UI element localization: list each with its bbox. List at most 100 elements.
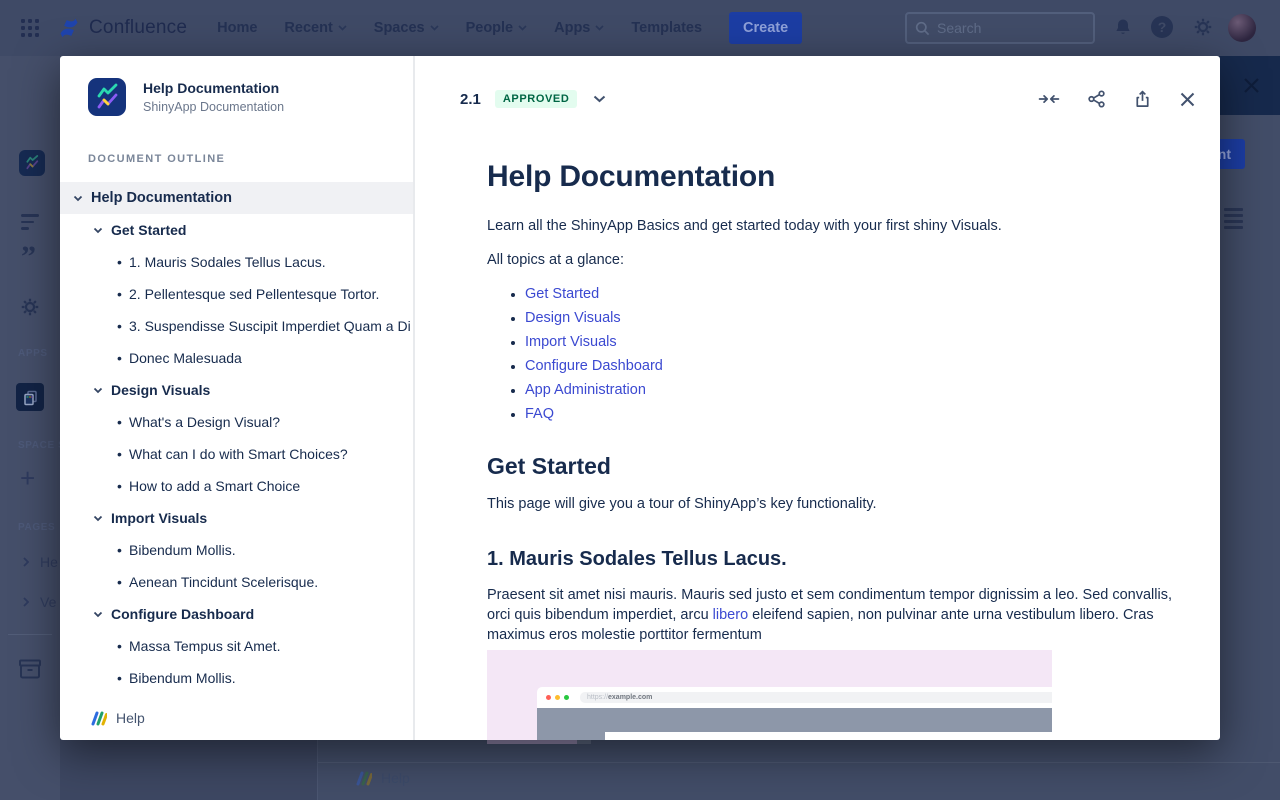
background-image-peek: [487, 740, 577, 744]
outline-item[interactable]: •2. Pellentesque sed Pellentesque Tortor…: [60, 278, 413, 310]
nav-recent[interactable]: Recent: [284, 20, 346, 36]
toc-link-import-visuals[interactable]: Import Visuals: [525, 334, 617, 350]
export-icon[interactable]: [1133, 89, 1152, 109]
nav-people[interactable]: People: [466, 20, 528, 36]
outline-item[interactable]: •1. Mauris Sodales Tellus Lacus.: [60, 246, 413, 278]
toc-item: FAQ: [525, 406, 1172, 423]
outline-item-label: 1. Mauris Sodales Tellus Lacus.: [129, 254, 326, 270]
toc-link-design-visuals[interactable]: Design Visuals: [525, 310, 621, 326]
page: Confluence Home Recent Spaces People App…: [0, 0, 1280, 800]
outline-item[interactable]: •What's a Design Visual?: [60, 406, 413, 438]
toc-link-get-started[interactable]: Get Started: [525, 286, 599, 302]
apps-section-label: APPS: [18, 348, 48, 359]
outline-item[interactable]: •Massa Tempus sit Amet.: [60, 630, 413, 662]
nav-apps[interactable]: Apps: [554, 20, 604, 36]
inline-link-libero[interactable]: libero: [713, 607, 748, 623]
outline-root-item[interactable]: Help Documentation: [60, 182, 413, 214]
outline-item[interactable]: •3. Suspendisse Suscipit Imperdiet Quam …: [60, 310, 413, 342]
status-badge: APPROVED: [495, 90, 578, 108]
nav-home[interactable]: Home: [217, 20, 257, 36]
nav-recent-label: Recent: [284, 20, 332, 36]
background-image-peek: [577, 740, 591, 744]
chevron-down-icon: [73, 195, 83, 202]
app-switcher-icon[interactable]: [18, 16, 42, 40]
toc-link-app-administration[interactable]: App Administration: [525, 382, 646, 398]
background-list-icon[interactable]: [1224, 208, 1243, 232]
bullet: •: [117, 638, 129, 654]
mock-url-bar: https://example.com: [580, 692, 1052, 703]
outline-section-label: Get Started: [111, 222, 186, 238]
outline-section-label: DOCUMENT OUTLINE: [88, 153, 413, 165]
outline-item-label: Donec Malesuada: [129, 350, 242, 366]
toc-item: Import Visuals: [525, 334, 1172, 351]
outline-section-label: Design Visuals: [111, 382, 210, 398]
archive-box-icon[interactable]: [18, 658, 42, 680]
nav-templates[interactable]: Templates: [631, 20, 702, 36]
outline-item-label: 2. Pellentesque sed Pellentesque Tortor.: [129, 286, 379, 302]
confluence-logo[interactable]: Confluence: [57, 16, 187, 40]
version-dropdown-chevron-icon[interactable]: [593, 95, 606, 103]
outline-item[interactable]: •Bibendum Mollis.: [60, 662, 413, 694]
outline-lines-icon[interactable]: [21, 214, 39, 234]
left-sidebar: ” APPS SPACE S + PAGES He Ve: [0, 56, 60, 800]
background-close-icon[interactable]: [1243, 77, 1260, 94]
shinyapp-logo-icon[interactable]: [19, 150, 45, 176]
doc-image: https://example.com: [487, 650, 1052, 740]
outline-item[interactable]: •Bibendum Mollis.: [60, 534, 413, 566]
background-help-label: Help: [381, 770, 410, 786]
outline-tree: Help Documentation Get Started •1. Mauri…: [60, 182, 413, 694]
add-icon[interactable]: +: [20, 463, 35, 494]
chevron-down-icon: [595, 25, 604, 31]
document-body: Help Documentation Learn all the ShinyAp…: [415, 160, 1220, 740]
outline-item[interactable]: •How to add a Smart Choice: [60, 470, 413, 502]
quote-icon[interactable]: ”: [21, 240, 36, 274]
glance-paragraph: All topics at a glance:: [487, 250, 1172, 270]
modal-subtitle: ShinyApp Documentation: [143, 100, 284, 114]
brand-name: Confluence: [89, 17, 187, 39]
outline-root-label: Help Documentation: [91, 190, 232, 206]
outline-item[interactable]: •Aenean Tincidunt Scelerisque.: [60, 566, 413, 598]
outline-help-footer[interactable]: Help: [90, 706, 145, 730]
nav-spaces[interactable]: Spaces: [374, 20, 439, 36]
share-icon[interactable]: [1087, 89, 1106, 109]
intro-paragraph: Learn all the ShinyApp Basics and get st…: [487, 216, 1172, 236]
outline-item[interactable]: •Donec Malesuada: [60, 342, 413, 374]
page-tree-item[interactable]: Ve: [23, 594, 56, 610]
divider: [318, 762, 1280, 763]
toc-link-configure-dashboard[interactable]: Configure Dashboard: [525, 358, 663, 374]
outline-section-get-started[interactable]: Get Started: [60, 214, 413, 246]
search-input[interactable]: [937, 20, 1067, 36]
outline-item[interactable]: •What can I do with Smart Choices?: [60, 438, 413, 470]
bullet: •: [117, 318, 129, 334]
outline-section-import-visuals[interactable]: Import Visuals: [60, 502, 413, 534]
sidebar-gear-icon[interactable]: [19, 296, 41, 318]
mock-browser-window: https://example.com: [537, 687, 1052, 740]
chevron-down-icon: [93, 227, 103, 234]
search-box[interactable]: [905, 12, 1095, 44]
chevron-down-icon: [430, 25, 439, 31]
notifications-bell-icon[interactable]: [1113, 17, 1133, 38]
settings-gear-icon[interactable]: [1192, 16, 1214, 38]
outline-section-design-visuals[interactable]: Design Visuals: [60, 374, 413, 406]
toc-item: Get Started: [525, 286, 1172, 303]
traffic-light-green: [564, 695, 569, 700]
background-help-footer[interactable]: Help: [355, 770, 410, 786]
pages-section-label: PAGES: [18, 522, 55, 533]
outline-item-label: What's a Design Visual?: [129, 414, 280, 430]
outline-section-configure-dashboard[interactable]: Configure Dashboard: [60, 598, 413, 630]
nav-spaces-label: Spaces: [374, 20, 425, 36]
sidebar-app-pages-icon[interactable]: [16, 383, 44, 411]
document-toolbar: 2.1 APPROVED: [415, 56, 1220, 116]
nav-people-label: People: [466, 20, 514, 36]
help-brand-icon: [90, 711, 107, 726]
close-icon[interactable]: [1179, 91, 1196, 108]
page-tree-item[interactable]: He: [23, 554, 58, 570]
create-button[interactable]: Create: [729, 12, 802, 44]
version-number: 2.1: [460, 91, 481, 108]
toc-link-faq[interactable]: FAQ: [525, 406, 554, 422]
section-heading-get-started: Get Started: [487, 453, 1172, 480]
document-outline-pane: Help Documentation ShinyApp Documentatio…: [60, 56, 415, 740]
help-icon[interactable]: ?: [1151, 16, 1173, 38]
collapse-icon[interactable]: [1038, 90, 1060, 108]
user-avatar[interactable]: [1228, 14, 1256, 42]
